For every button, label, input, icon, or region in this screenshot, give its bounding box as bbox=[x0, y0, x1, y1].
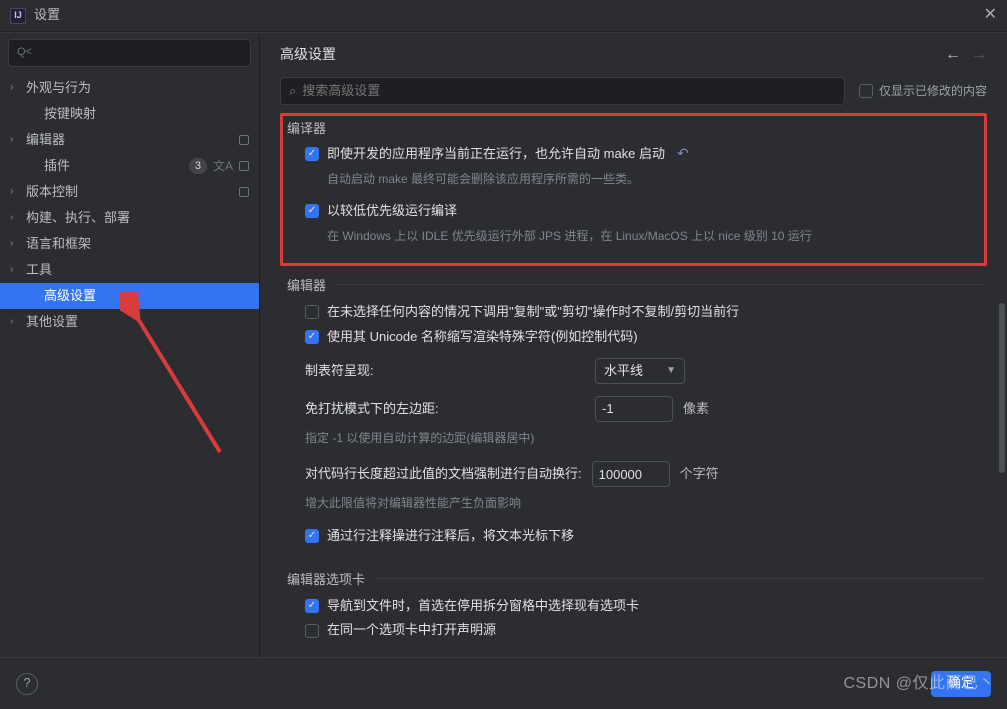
sidebar-item-8[interactable]: 高级设置 bbox=[0, 283, 259, 309]
allow-auto-make-label: 即使开发的应用程序当前正在运行，也允许自动 make 启动 bbox=[327, 145, 665, 163]
comment-move-cursor-label: 通过行注释操进行注释后，将文本光标下移 bbox=[327, 527, 574, 545]
window-title: 设置 bbox=[34, 6, 60, 24]
app-icon: IJ bbox=[10, 8, 26, 24]
copy-cut-line-label: 在未选择任何内容的情况下调用"复制"或"剪切"操作时不复制/剪切当前行 bbox=[327, 303, 739, 321]
help-button[interactable]: ? bbox=[16, 673, 38, 695]
settings-tree: ›外观与行为按键映射›编辑器插件3文A›版本控制›构建、执行、部署›语言和框架›… bbox=[0, 73, 259, 657]
wrap-desc: 增大此限值将对编辑器性能产生负面影响 bbox=[283, 493, 984, 515]
tab-render-select[interactable]: 水平线 ▼ bbox=[595, 358, 685, 384]
only-modified-toggle[interactable]: 仅显示已修改的内容 bbox=[859, 83, 987, 100]
sidebar-item-label: 语言和框架 bbox=[26, 235, 249, 253]
sidebar-search[interactable]: Q˂ bbox=[8, 39, 251, 67]
section-title: 编译器 bbox=[283, 116, 984, 144]
project-config-icon bbox=[239, 187, 249, 197]
close-icon[interactable]: ✕ bbox=[984, 4, 997, 26]
chevron-right-icon: › bbox=[10, 263, 22, 277]
chevron-right-icon: › bbox=[10, 81, 22, 95]
pixel-unit: 像素 bbox=[683, 400, 709, 418]
low-priority-compile-label: 以较低优先级运行编译 bbox=[327, 202, 457, 220]
zen-margin-desc: 指定 -1 以使用自动计算的边距(编辑器居中) bbox=[283, 428, 984, 450]
sidebar-item-label: 插件 bbox=[44, 157, 189, 175]
chevron-right-icon: › bbox=[10, 211, 22, 225]
project-config-icon bbox=[239, 135, 249, 145]
sidebar-item-0[interactable]: › 外观与行为 bbox=[0, 75, 259, 101]
only-modified-label: 仅显示已修改的内容 bbox=[879, 83, 987, 100]
sidebar-item-label: 外观与行为 bbox=[26, 79, 249, 97]
open-decl-same-tab-label: 在同一个选项卡中打开声明源 bbox=[327, 621, 496, 639]
search-icon: ⌕ bbox=[289, 82, 296, 100]
project-config-icon bbox=[239, 161, 249, 171]
checkbox-unicode-render[interactable] bbox=[305, 330, 319, 344]
checkbox-low-priority-compile[interactable] bbox=[305, 204, 319, 218]
ok-button[interactable]: 确定 bbox=[931, 671, 991, 697]
checkbox-open-decl-same-tab[interactable] bbox=[305, 624, 319, 638]
sidebar-item-7[interactable]: › 工具 bbox=[0, 257, 259, 283]
allow-auto-make-desc: 自动启动 make 最终可能会删除该应用程序所需的一些类。 bbox=[305, 169, 984, 191]
search-icon: Q˂ bbox=[17, 45, 32, 60]
sidebar-item-label: 版本控制 bbox=[26, 183, 239, 201]
section-title: 编辑器选项卡 bbox=[283, 571, 365, 589]
page-title: 高级设置 bbox=[280, 45, 336, 65]
sidebar-item-6[interactable]: › 语言和框架 bbox=[0, 231, 259, 257]
chevron-right-icon: › bbox=[10, 315, 22, 329]
tab-render-value: 水平线 bbox=[604, 362, 643, 380]
checkbox-prefer-existing-tab[interactable] bbox=[305, 599, 319, 613]
checkbox-comment-move-cursor[interactable] bbox=[305, 529, 319, 543]
sidebar-item-2[interactable]: › 编辑器 bbox=[0, 127, 259, 153]
sidebar-item-label: 按键映射 bbox=[44, 105, 249, 123]
sidebar-item-9[interactable]: › 其他设置 bbox=[0, 309, 259, 335]
wrap-input[interactable] bbox=[592, 461, 670, 487]
prefer-existing-tab-label: 导航到文件时，首选在停用拆分窗格中选择现有选项卡 bbox=[327, 597, 639, 615]
wrap-label: 对代码行长度超过此值的文档强制进行自动换行: bbox=[305, 465, 582, 483]
tab-render-label: 制表符呈现: bbox=[305, 362, 385, 380]
nav-back-icon[interactable]: ← bbox=[945, 44, 961, 66]
nav-forward-icon: → bbox=[971, 44, 987, 66]
section-editor-tabs: 编辑器选项卡 导航到文件时，首选在停用拆分窗格中选择现有选项卡 在同一 bbox=[280, 568, 987, 655]
sidebar-item-1[interactable]: 按键映射 bbox=[0, 101, 259, 127]
unicode-render-label: 使用其 Unicode 名称缩写渲染特殊字符(例如控制代码) bbox=[327, 328, 638, 346]
section-title: 编辑器 bbox=[283, 277, 326, 295]
badge: 3 bbox=[189, 158, 207, 174]
advanced-search-input[interactable] bbox=[302, 82, 836, 100]
chars-unit: 个字符 bbox=[680, 465, 719, 483]
sidebar-item-5[interactable]: › 构建、执行、部署 bbox=[0, 205, 259, 231]
sidebar-item-label: 工具 bbox=[26, 261, 249, 279]
chevron-right-icon: › bbox=[10, 185, 22, 199]
chevron-down-icon: ▼ bbox=[666, 364, 676, 378]
sidebar-item-label: 构建、执行、部署 bbox=[26, 209, 249, 227]
chevron-right-icon: › bbox=[10, 237, 22, 251]
divider bbox=[336, 284, 984, 285]
zen-margin-input[interactable] bbox=[595, 396, 673, 422]
sidebar-item-label: 编辑器 bbox=[26, 131, 239, 149]
chevron-right-icon: › bbox=[10, 133, 22, 147]
checkbox-icon[interactable] bbox=[859, 84, 873, 98]
divider bbox=[375, 578, 984, 579]
revert-icon[interactable]: ↶ bbox=[677, 144, 689, 164]
sidebar-item-label: 其他设置 bbox=[26, 313, 249, 331]
checkbox-allow-auto-make[interactable] bbox=[305, 147, 319, 161]
advanced-search[interactable]: ⌕ bbox=[280, 77, 845, 105]
zen-margin-label: 免打扰模式下的左边距: bbox=[305, 400, 445, 418]
sidebar-item-3[interactable]: 插件3 文A bbox=[0, 153, 259, 179]
checkbox-copy-cut-line[interactable] bbox=[305, 305, 319, 319]
language-icon: 文A bbox=[213, 158, 233, 175]
sidebar-search-input[interactable] bbox=[38, 44, 242, 62]
sidebar-item-label: 高级设置 bbox=[44, 287, 249, 305]
sidebar-item-4[interactable]: › 版本控制 bbox=[0, 179, 259, 205]
settings-sidebar: Q˂ › 外观与行为按键映射 › 编辑器插件3 文A › 版本控制 › 构建、执行、部署 › 语言和… bbox=[0, 33, 260, 657]
low-priority-compile-desc: 在 Windows 上以 IDLE 优先级运行外部 JPS 进程，在 Linux… bbox=[305, 226, 984, 248]
section-editor: 编辑器 在未选择任何内容的情况下调用"复制"或"剪切"操作时不复制/剪切当前行 bbox=[280, 274, 987, 560]
section-compiler: 编译器 即使开发的应用程序当前正在运行，也允许自动 make 启动 ↶ 自动启动… bbox=[280, 113, 987, 266]
scrollbar[interactable] bbox=[999, 303, 1005, 473]
